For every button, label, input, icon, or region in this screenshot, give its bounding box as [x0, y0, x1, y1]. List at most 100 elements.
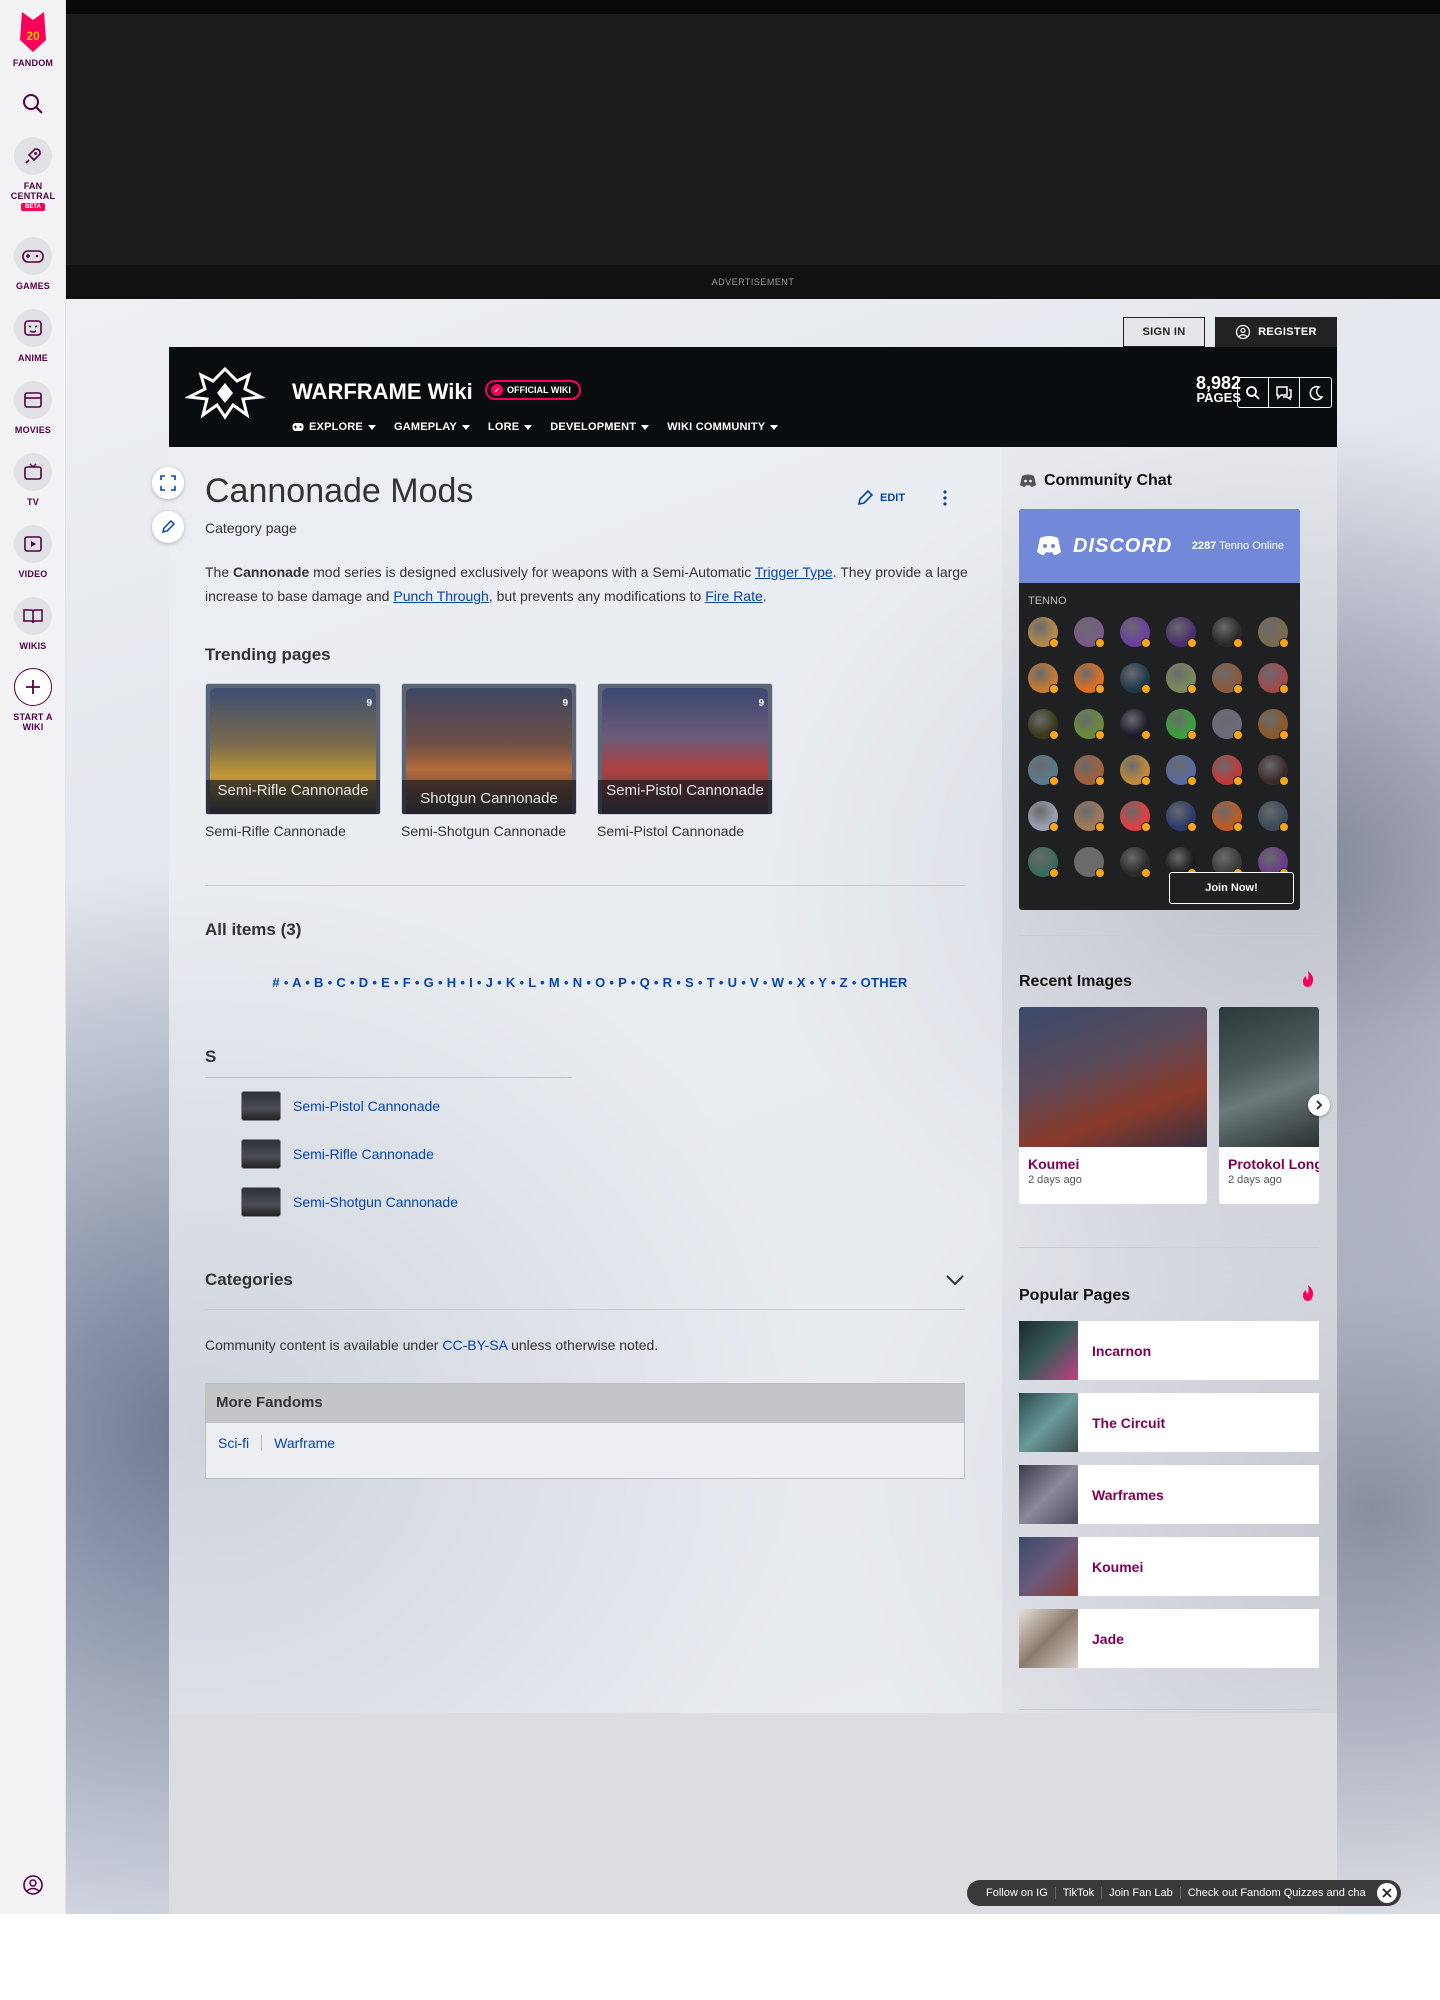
member-avatar[interactable]	[1258, 801, 1289, 832]
member-avatar[interactable]	[1166, 663, 1197, 694]
wiki-title[interactable]: WARFRAME Wiki	[292, 379, 473, 405]
member-avatar[interactable]	[1166, 617, 1197, 648]
wiki-nav-community[interactable]: WIKI COMMUNITY	[667, 421, 779, 433]
member-avatar[interactable]	[1258, 617, 1289, 648]
fullscreen-button[interactable]	[152, 467, 184, 499]
member-avatar[interactable]	[1028, 801, 1059, 832]
ad-slot[interactable]	[66, 14, 1440, 265]
nav-start-a-wiki[interactable]: START A WIKI	[0, 668, 66, 732]
popular-page-item[interactable]: Incarnon	[1019, 1321, 1319, 1380]
popular-page-item[interactable]: Warframes	[1019, 1465, 1319, 1524]
popular-page-item[interactable]: Koumei	[1019, 1537, 1319, 1596]
categories-toggle[interactable]: Categories	[205, 1270, 965, 1290]
member-avatar[interactable]	[1074, 801, 1105, 832]
trending-card[interactable]: 9 Shotgun Cannonade Semi-Shotgun Cannona…	[401, 683, 577, 839]
member-avatar[interactable]	[1212, 801, 1243, 832]
member-avatar[interactable]	[1074, 617, 1105, 648]
fandom-link[interactable]: Sci-fi	[218, 1435, 263, 1451]
license-link[interactable]: CC-BY-SA	[442, 1337, 507, 1353]
plus-icon	[14, 668, 52, 706]
member-avatar[interactable]	[1120, 847, 1151, 878]
wiki-nav-lore[interactable]: LORE	[488, 421, 533, 433]
member-avatar[interactable]	[1212, 617, 1243, 648]
member-avatar[interactable]	[1166, 709, 1197, 740]
category-member-link[interactable]: Semi-Shotgun Cannonade	[293, 1194, 458, 1210]
nav-movies[interactable]: MOVIES	[0, 381, 66, 435]
sign-in-button[interactable]: SIGN IN	[1123, 317, 1205, 347]
member-avatar[interactable]	[1120, 801, 1151, 832]
member-avatar[interactable]	[1074, 755, 1105, 786]
recent-image-card[interactable]: Protokol Long 2 days ago	[1219, 1007, 1319, 1204]
promo-link[interactable]: TikTok	[1056, 1887, 1103, 1899]
section-divider	[205, 1309, 965, 1310]
member-avatar[interactable]	[1120, 709, 1151, 740]
member-avatar[interactable]	[1258, 709, 1289, 740]
popular-page-item[interactable]: Jade	[1019, 1609, 1319, 1668]
category-member[interactable]: Semi-Shotgun Cannonade	[241, 1187, 458, 1217]
member-avatar[interactable]	[1258, 755, 1289, 786]
nav-tv[interactable]: TV	[0, 453, 66, 507]
trending-card[interactable]: 9 Semi-Pistol Cannonade Semi-Pistol Cann…	[597, 683, 773, 839]
member-avatar[interactable]	[1074, 663, 1105, 694]
fire-rate-link[interactable]: Fire Rate	[705, 588, 763, 604]
discord-logo-icon	[1037, 536, 1061, 555]
member-avatar[interactable]	[1166, 755, 1197, 786]
popular-page-item[interactable]: The Circuit	[1019, 1393, 1319, 1452]
punch-through-link[interactable]: Punch Through	[393, 588, 488, 604]
member-avatar[interactable]	[1028, 617, 1059, 648]
page-count: 8,982	[1195, 373, 1241, 393]
wiki-search-button[interactable]	[1238, 378, 1269, 407]
category-member-link[interactable]: Semi-Rifle Cannonade	[293, 1146, 434, 1162]
join-discord-button[interactable]: Join Now!	[1169, 872, 1294, 904]
member-avatar[interactable]	[1074, 709, 1105, 740]
warframe-logo-icon[interactable]	[185, 365, 265, 421]
chevron-down-icon	[770, 424, 779, 430]
member-avatar[interactable]	[1074, 847, 1105, 878]
user-account-button[interactable]	[0, 1874, 66, 1896]
edit-button[interactable]: EDIT	[856, 489, 905, 507]
member-avatar[interactable]	[1120, 617, 1151, 648]
member-avatar[interactable]	[1028, 663, 1059, 694]
community-chat-title: Community Chat	[1019, 472, 1172, 490]
nav-games[interactable]: GAMES	[0, 237, 66, 291]
member-avatar[interactable]	[1120, 755, 1151, 786]
intro-text: .	[762, 588, 767, 604]
nav-anime[interactable]: ANIME	[0, 309, 66, 363]
member-avatar[interactable]	[1212, 663, 1243, 694]
member-avatar[interactable]	[1212, 755, 1243, 786]
category-member[interactable]: Semi-Rifle Cannonade	[241, 1139, 434, 1169]
promo-link[interactable]: Follow on IG	[979, 1887, 1056, 1899]
member-avatar[interactable]	[1028, 709, 1059, 740]
member-avatar[interactable]	[1212, 709, 1243, 740]
fandom-link[interactable]: Warframe	[262, 1435, 347, 1451]
promo-link[interactable]: Check out Fandom Quizzes and cha	[1181, 1887, 1373, 1899]
side-edit-button[interactable]	[152, 511, 184, 543]
discussions-button[interactable]	[1269, 378, 1300, 407]
fandom-logo-link[interactable]: 20 FANDOM	[0, 10, 66, 68]
member-avatar[interactable]	[1258, 663, 1289, 694]
register-button[interactable]: REGISTER	[1215, 317, 1337, 347]
carousel-next-button[interactable]	[1308, 1094, 1330, 1116]
nav-wikis[interactable]: WIKIS	[0, 597, 66, 651]
member-avatar[interactable]	[1120, 663, 1151, 694]
all-items-title: All items (3)	[205, 920, 302, 939]
recent-image-card[interactable]: Koumei 2 days ago	[1019, 1007, 1207, 1204]
theme-toggle-button[interactable]	[1300, 378, 1331, 407]
search-button[interactable]	[0, 92, 66, 116]
nav-fan-central[interactable]: FAN CENTRAL BETA	[0, 137, 66, 211]
trending-card[interactable]: 9 Semi-Rifle Cannonade Semi-Rifle Cannon…	[205, 683, 381, 839]
member-avatar[interactable]	[1166, 801, 1197, 832]
member-avatar[interactable]	[1028, 847, 1059, 878]
close-promo-button[interactable]	[1376, 1883, 1397, 1903]
nav-video[interactable]: VIDEO	[0, 525, 66, 579]
trigger-type-link[interactable]: Trigger Type	[755, 564, 833, 580]
category-member[interactable]: Semi-Pistol Cannonade	[241, 1091, 440, 1121]
alphabet-nav[interactable]: # • A • B • C • D • E • F • G • H • I • …	[205, 975, 975, 990]
member-avatar[interactable]	[1028, 755, 1059, 786]
wiki-nav-development[interactable]: DEVELOPMENT	[550, 421, 650, 433]
wiki-nav-explore[interactable]: EXPLORE	[292, 421, 376, 433]
wiki-nav-gameplay[interactable]: GAMEPLAY	[394, 421, 470, 433]
category-member-link[interactable]: Semi-Pistol Cannonade	[293, 1098, 440, 1114]
promo-link[interactable]: Join Fan Lab	[1102, 1887, 1181, 1899]
more-actions-button[interactable]	[940, 489, 950, 512]
